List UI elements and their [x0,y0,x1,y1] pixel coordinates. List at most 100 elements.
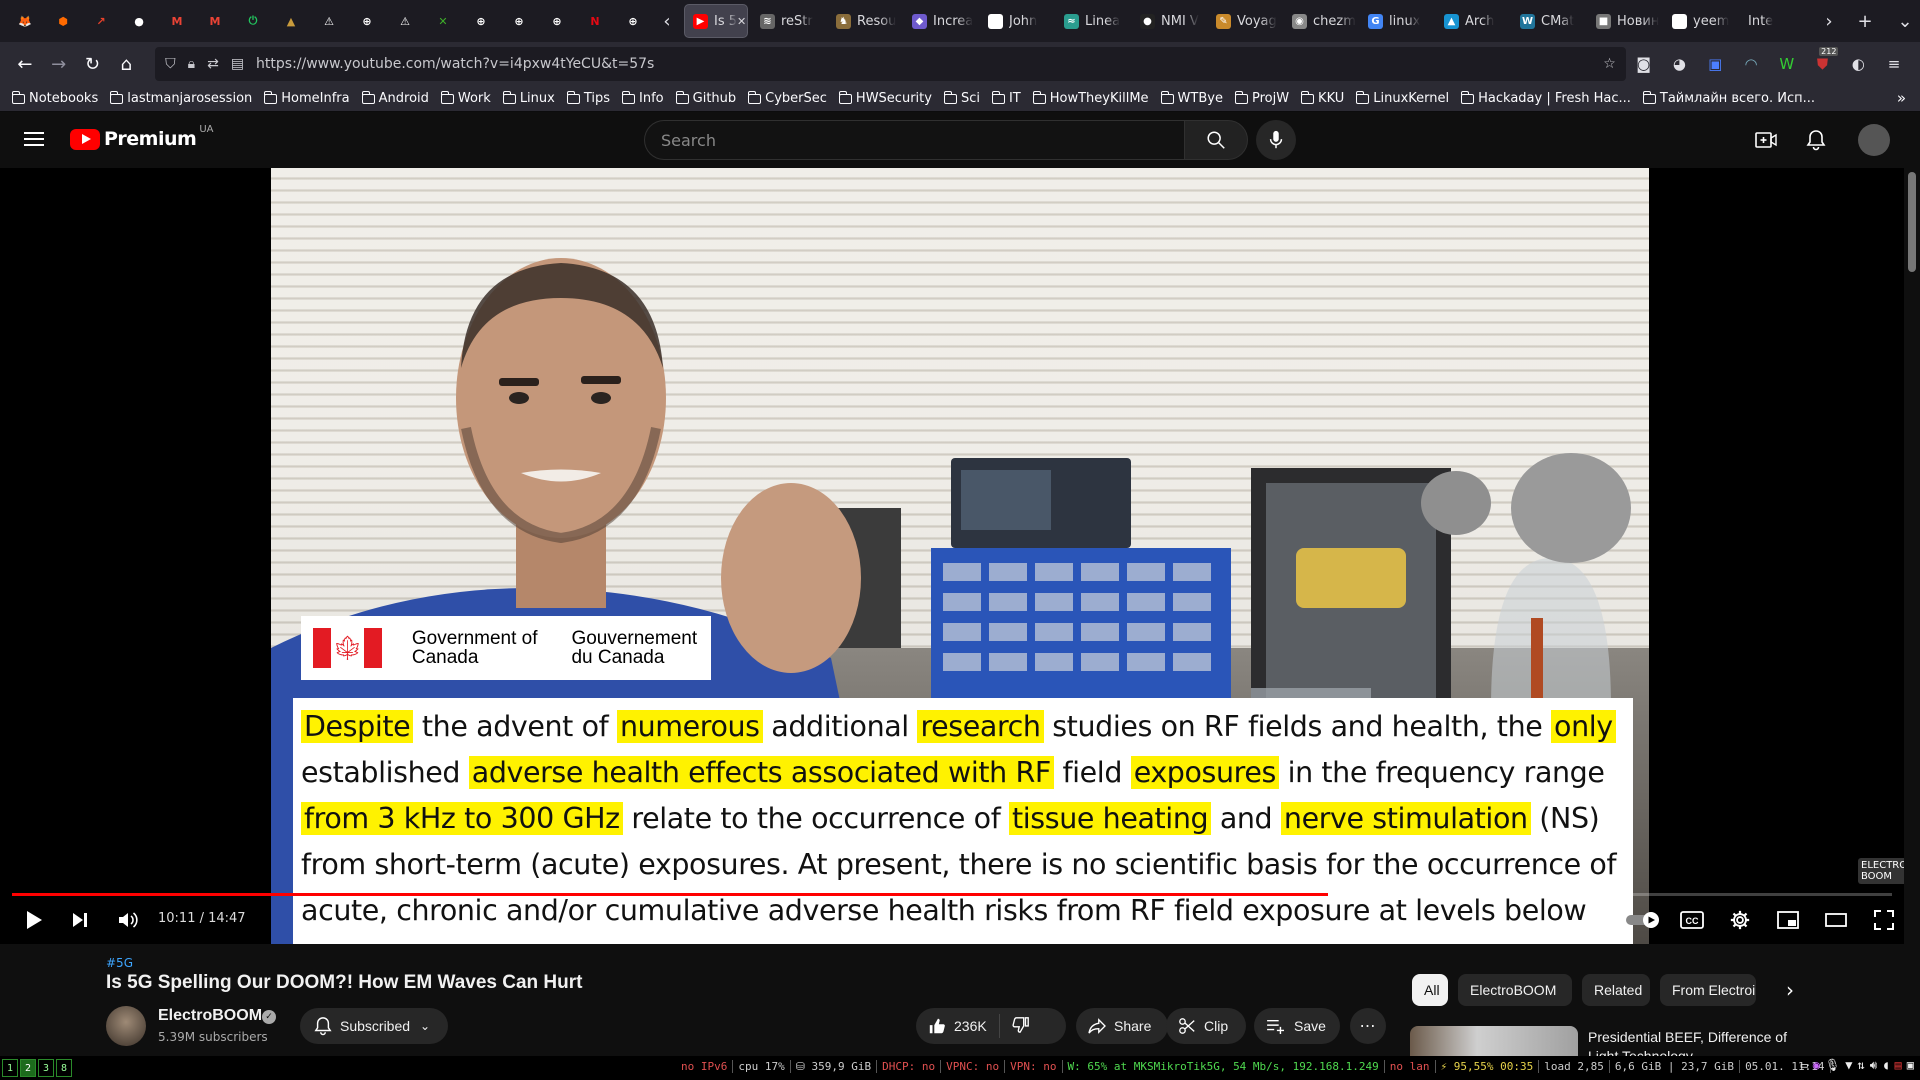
bookmark-item[interactable]: LinuxKernel [1356,90,1449,106]
more-actions-button[interactable]: ⋯ [1350,1008,1386,1044]
app-tray-icon[interactable]: ◉ [1813,1058,1820,1073]
share-button[interactable]: Share [1076,1008,1168,1044]
account-avatar-icon[interactable]: ◕ [1662,47,1698,81]
keyboard-layout-flag-icon[interactable]: ▤ [1895,1058,1902,1073]
browser-tab[interactable]: ▲ Arch [1436,4,1508,38]
workspace-button[interactable]: 1 [2,1059,18,1077]
pinned-tab-warning-1[interactable]: ⚠ [310,0,348,42]
search-input[interactable]: Search [644,120,1184,160]
like-button[interactable]: 236K [916,1014,1000,1038]
pinned-tab-globe-1[interactable]: ⊕ [348,0,386,42]
bookmark-item[interactable]: IT [991,90,1021,106]
permissions-icon[interactable]: ⇄ [207,56,219,72]
network-icon[interactable]: ⇅ [1858,1058,1865,1073]
next-button[interactable] [62,902,98,938]
browser-tab[interactable]: ● NMI V [1132,4,1204,38]
browser-tab[interactable]: ✎ Voyag [1208,4,1280,38]
browser-tab[interactable]: ▶ Is 5 ✕ [684,4,748,38]
pinned-tab-globe-3[interactable]: ⊕ [500,0,538,42]
workspace-button[interactable]: 8 [56,1059,72,1077]
pinned-tab-red-chart[interactable]: ↗ [82,0,120,42]
bookmark-item[interactable]: Hackaday | Fresh Hac... [1461,90,1631,106]
search-button[interactable] [1184,120,1248,160]
new-tab-button[interactable]: + [1850,0,1880,42]
pinned-tab-green-x[interactable]: ✕ [424,0,462,42]
reader-view-icon[interactable]: ▤ [231,56,244,72]
bookmark-item[interactable]: ProjW [1234,90,1289,106]
browser-tab[interactable]: Inte [1740,4,1812,38]
settings-button[interactable] [1722,902,1758,938]
list-all-tabs-button[interactable]: ⌄ [1890,0,1920,42]
pinned-tab-globe-5[interactable]: ⊕ [614,0,652,42]
recommended-video-thumbnail[interactable] [1410,1026,1578,1056]
pinned-tab-power-green[interactable]: ⏻ [234,0,272,42]
url-bar[interactable]: ⛉ 🔒︎ ⇄ ▤ https://www.youtube.com/watch?v… [155,47,1626,81]
bookmark-item[interactable]: Linux [502,90,555,106]
theater-mode-button[interactable] [1818,902,1854,938]
lock-icon[interactable]: 🔒︎ [188,56,195,72]
miniplayer-button[interactable] [1770,902,1806,938]
bookmark-item[interactable]: Таймлайн всего. Исп... [1642,90,1815,106]
browser-tab[interactable]: ♞ Resou [828,4,900,38]
recommended-video-title[interactable]: Presidential BEEF, Difference of Light T… [1588,1028,1808,1056]
page-scrollbar[interactable] [1904,168,1920,1056]
filter-chip[interactable]: Related [1582,974,1650,1006]
save-button[interactable]: Save [1254,1008,1340,1044]
channel-watermark[interactable]: ELECTRO BOOM [1858,858,1904,884]
autoplay-toggle[interactable] [1622,902,1666,938]
account-avatar[interactable] [1858,124,1890,156]
pinned-tab-warning-2[interactable]: ⚠ [386,0,424,42]
pinned-tab-firefox[interactable]: 🦊 [6,0,44,42]
bookmark-item[interactable]: CyberSec [748,90,827,106]
browser-tab[interactable]: ■ Новин [1588,4,1660,38]
pinned-tab-globe-2[interactable]: ⊕ [462,0,500,42]
tab-close-icon[interactable]: ✕ [737,15,746,28]
filter-chip[interactable]: All [1412,974,1448,1006]
tabs-scroll-left-button[interactable]: ‹ [652,0,682,42]
pinned-tab-gmail-1[interactable]: M [158,0,196,42]
bookmark-item[interactable]: HWSecurity [838,90,932,106]
volume-tray-icon[interactable]: 🔊︎ [1870,1058,1878,1073]
bookmark-star-icon[interactable]: ☆ [1603,56,1616,72]
notifications-tray-icon[interactable]: ▣ [1907,1058,1914,1073]
browser-tab[interactable]: ● yeem [1664,4,1736,38]
fullscreen-button[interactable] [1866,902,1902,938]
channel-name[interactable]: ElectroBOOM [158,1007,262,1025]
browser-tab[interactable]: ◆ Increa [904,4,976,38]
browser-tab[interactable]: ≈ Linea [1056,4,1128,38]
url-text[interactable]: https://www.youtube.com/watch?v=i4pxw4tY… [256,56,1603,72]
voice-search-button[interactable] [1256,120,1296,160]
video-player[interactable]: 🍁︎ Government of Canada Gouvernement du … [0,168,1904,944]
microphone-tray-icon[interactable]: 🎙︎ [1825,1058,1840,1073]
bookmark-item[interactable]: Github [675,90,736,106]
play-button[interactable] [16,902,52,938]
pinned-tab-gmail-2[interactable]: M [196,0,234,42]
ublock-origin-icon[interactable]: ⛊ 212 [1805,47,1841,81]
bitwarden-icon[interactable]: ▣ [1697,47,1733,81]
bookmark-item[interactable]: Notebooks [12,90,98,106]
chips-next-button[interactable]: › [1776,976,1804,1004]
shield-icon[interactable]: ⛉ [165,56,176,72]
guide-menu-button[interactable] [22,128,46,152]
tabs-scroll-right-button[interactable]: › [1814,0,1844,42]
pinned-tab-arch-yellow[interactable]: ▲ [272,0,310,42]
bookmarks-overflow-button[interactable]: » [1897,89,1906,107]
pocket-icon[interactable]: ◙ [1626,47,1662,81]
dislike-button[interactable] [1000,1016,1030,1037]
bookmark-item[interactable]: lastmanjarosession [110,90,252,106]
create-button[interactable] [1748,122,1784,158]
bookmark-item[interactable]: Sci [943,90,980,106]
workspace-button[interactable]: 3 [38,1059,54,1077]
bookmark-item[interactable]: HomeInfra [264,90,350,106]
channel-avatar[interactable] [106,1006,146,1046]
browser-tab[interactable]: W CMat [1512,4,1584,38]
wifi-icon[interactable]: ▼ [1845,1058,1852,1073]
home-button[interactable]: ⌂ [109,47,143,81]
forward-button[interactable]: → [42,47,76,81]
video-frame[interactable]: 🍁︎ Government of Canada Gouvernement du … [271,168,1649,944]
app-menu-button[interactable]: ≡ [1876,47,1912,81]
bookmark-item[interactable]: Android [361,90,429,106]
scrollbar-thumb[interactable] [1908,172,1916,272]
pinned-tab-github[interactable]: ● [120,0,158,42]
workspace-button[interactable]: 2 [20,1059,36,1077]
